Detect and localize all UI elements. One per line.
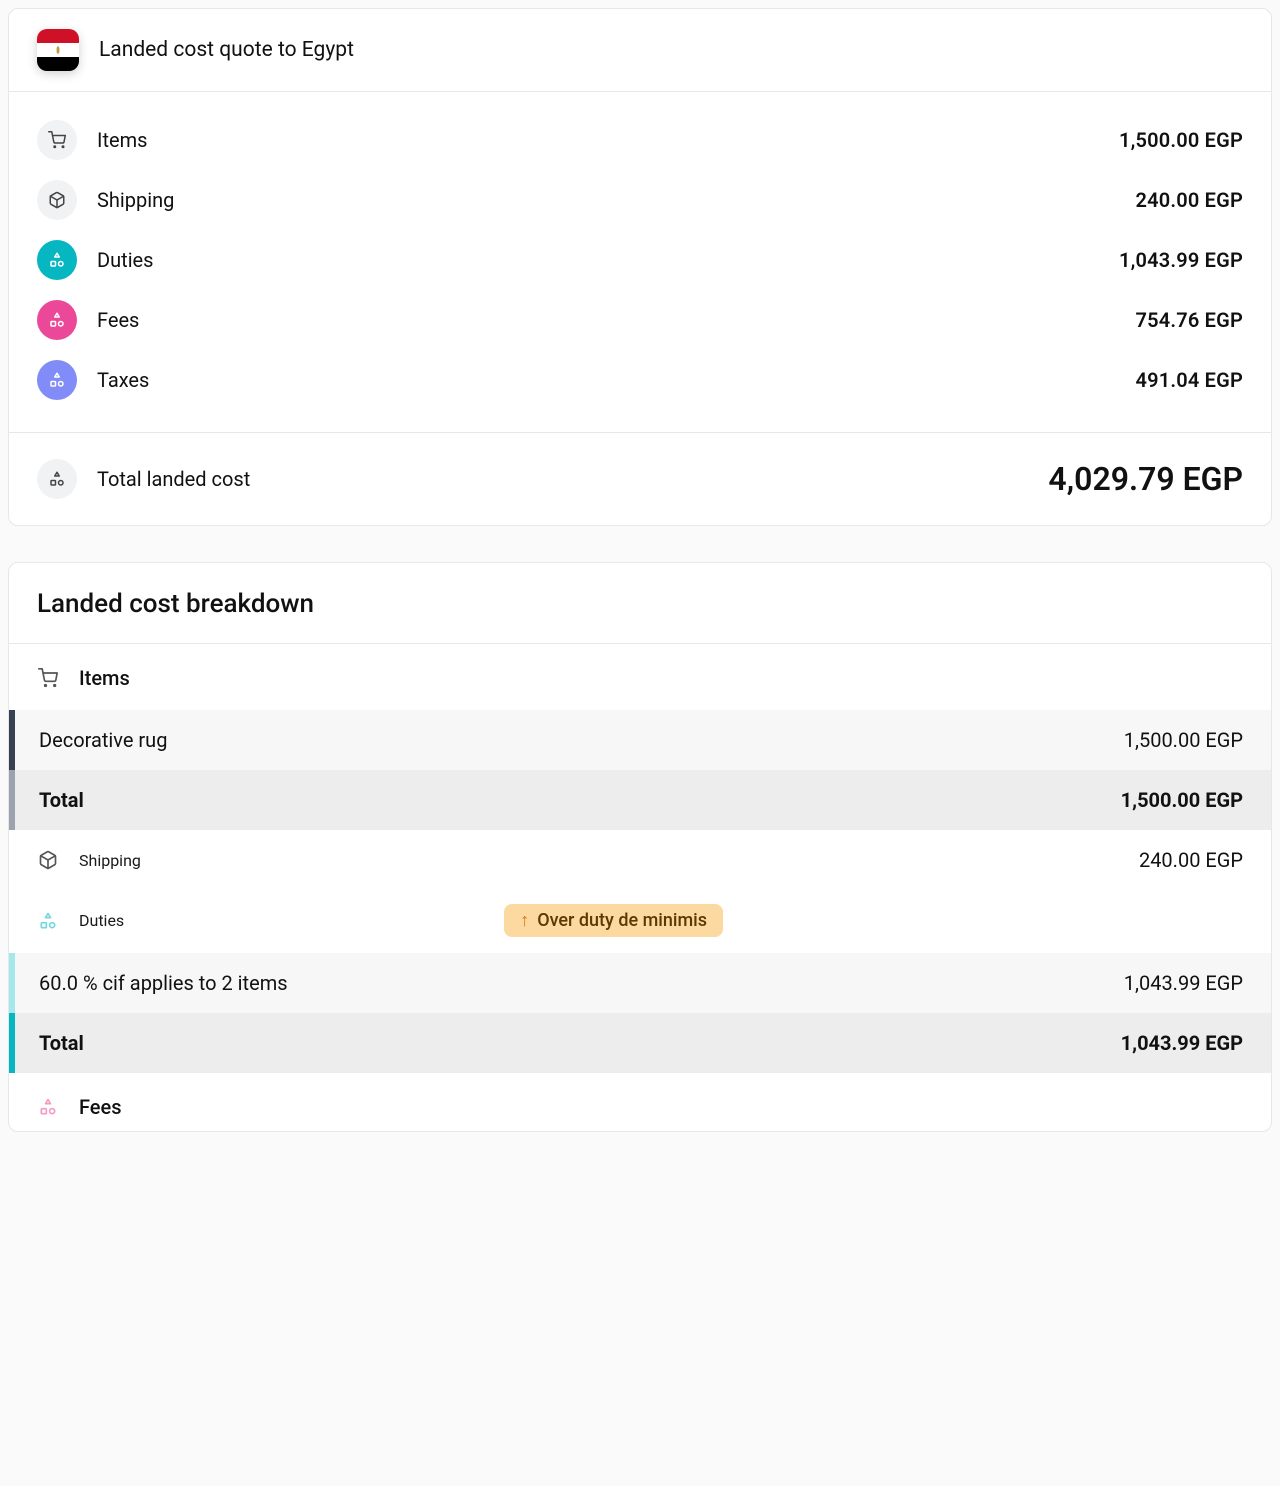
summary-value: 491.04 EGP — [1135, 368, 1243, 392]
duty-label: 60.0 % cif applies to 2 items — [39, 971, 288, 995]
card-header: Landed cost quote to Egypt — [9, 9, 1271, 92]
box-icon — [37, 180, 77, 220]
duties-total-row: Total 1,043.99 EGP — [9, 1013, 1271, 1073]
items-section-head: Items — [9, 644, 1271, 710]
breakdown-title: Landed cost breakdown — [37, 589, 1243, 619]
summary-label: Items — [97, 128, 147, 152]
shapes-icon — [37, 459, 77, 499]
fees-section-label: Fees — [79, 1095, 122, 1119]
duty-value: 1,043.99 EGP — [1124, 971, 1243, 995]
summary-value: 1,043.99 EGP — [1119, 248, 1243, 272]
duties-total-value: 1,043.99 EGP — [1121, 1031, 1243, 1055]
de-minimis-badge: ↑ Over duty de minimis — [504, 904, 723, 937]
summary-label: Duties — [97, 248, 153, 272]
egypt-flag-icon — [37, 29, 79, 71]
summary-label: Taxes — [97, 368, 149, 392]
shapes-icon — [37, 1096, 59, 1118]
summary-card: Landed cost quote to Egypt Items 1,500.0… — [8, 8, 1272, 526]
summary-value: 240.00 EGP — [1135, 188, 1243, 212]
items-section-label: Items — [79, 666, 130, 690]
duties-section-head: Duties ↑ Over duty de minimis — [9, 890, 1271, 953]
summary-row-shipping: Shipping 240.00 EGP — [37, 170, 1243, 230]
item-label: Decorative rug — [39, 728, 167, 752]
badge-text: Over duty de minimis — [537, 910, 707, 931]
shapes-icon — [37, 910, 59, 932]
summary-row-taxes: Taxes 491.04 EGP — [37, 350, 1243, 410]
shapes-icon — [37, 300, 77, 340]
shapes-icon — [37, 360, 77, 400]
summary-value: 754.76 EGP — [1135, 308, 1243, 332]
cart-icon — [37, 120, 77, 160]
card-title: Landed cost quote to Egypt — [99, 38, 354, 62]
item-row: Decorative rug 1,500.00 EGP — [9, 710, 1271, 770]
summary-value: 1,500.00 EGP — [1119, 128, 1243, 152]
cart-icon — [37, 667, 59, 689]
summary-row-fees: Fees 754.76 EGP — [37, 290, 1243, 350]
duty-row: 60.0 % cif applies to 2 items 1,043.99 E… — [9, 953, 1271, 1013]
duties-section-label: Duties — [79, 911, 124, 930]
total-value: 4,029.79 EGP — [1048, 460, 1243, 498]
fees-section-head: Fees — [9, 1073, 1271, 1131]
breakdown-card: Landed cost breakdown Items Decorative r… — [8, 562, 1272, 1132]
box-icon — [37, 849, 59, 871]
shapes-icon — [37, 240, 77, 280]
shipping-value: 240.00 EGP — [1139, 848, 1243, 872]
items-total-value: 1,500.00 EGP — [1121, 788, 1243, 812]
arrow-up-icon: ↑ — [520, 910, 529, 931]
summary-label: Fees — [97, 308, 139, 332]
breakdown-header: Landed cost breakdown — [9, 563, 1271, 644]
items-total-label: Total — [39, 788, 84, 812]
total-label: Total landed cost — [97, 467, 250, 491]
summary-row-duties: Duties 1,043.99 EGP — [37, 230, 1243, 290]
items-total-row: Total 1,500.00 EGP — [9, 770, 1271, 830]
shipping-row: Shipping 240.00 EGP — [9, 830, 1271, 890]
total-row: Total landed cost 4,029.79 EGP — [9, 433, 1271, 525]
duties-total-label: Total — [39, 1031, 84, 1055]
shipping-label: Shipping — [79, 851, 141, 870]
item-value: 1,500.00 EGP — [1124, 728, 1243, 752]
summary-row-items: Items 1,500.00 EGP — [37, 110, 1243, 170]
summary-body: Items 1,500.00 EGP Shipping 240.00 EGP D… — [9, 92, 1271, 433]
summary-label: Shipping — [97, 188, 174, 212]
